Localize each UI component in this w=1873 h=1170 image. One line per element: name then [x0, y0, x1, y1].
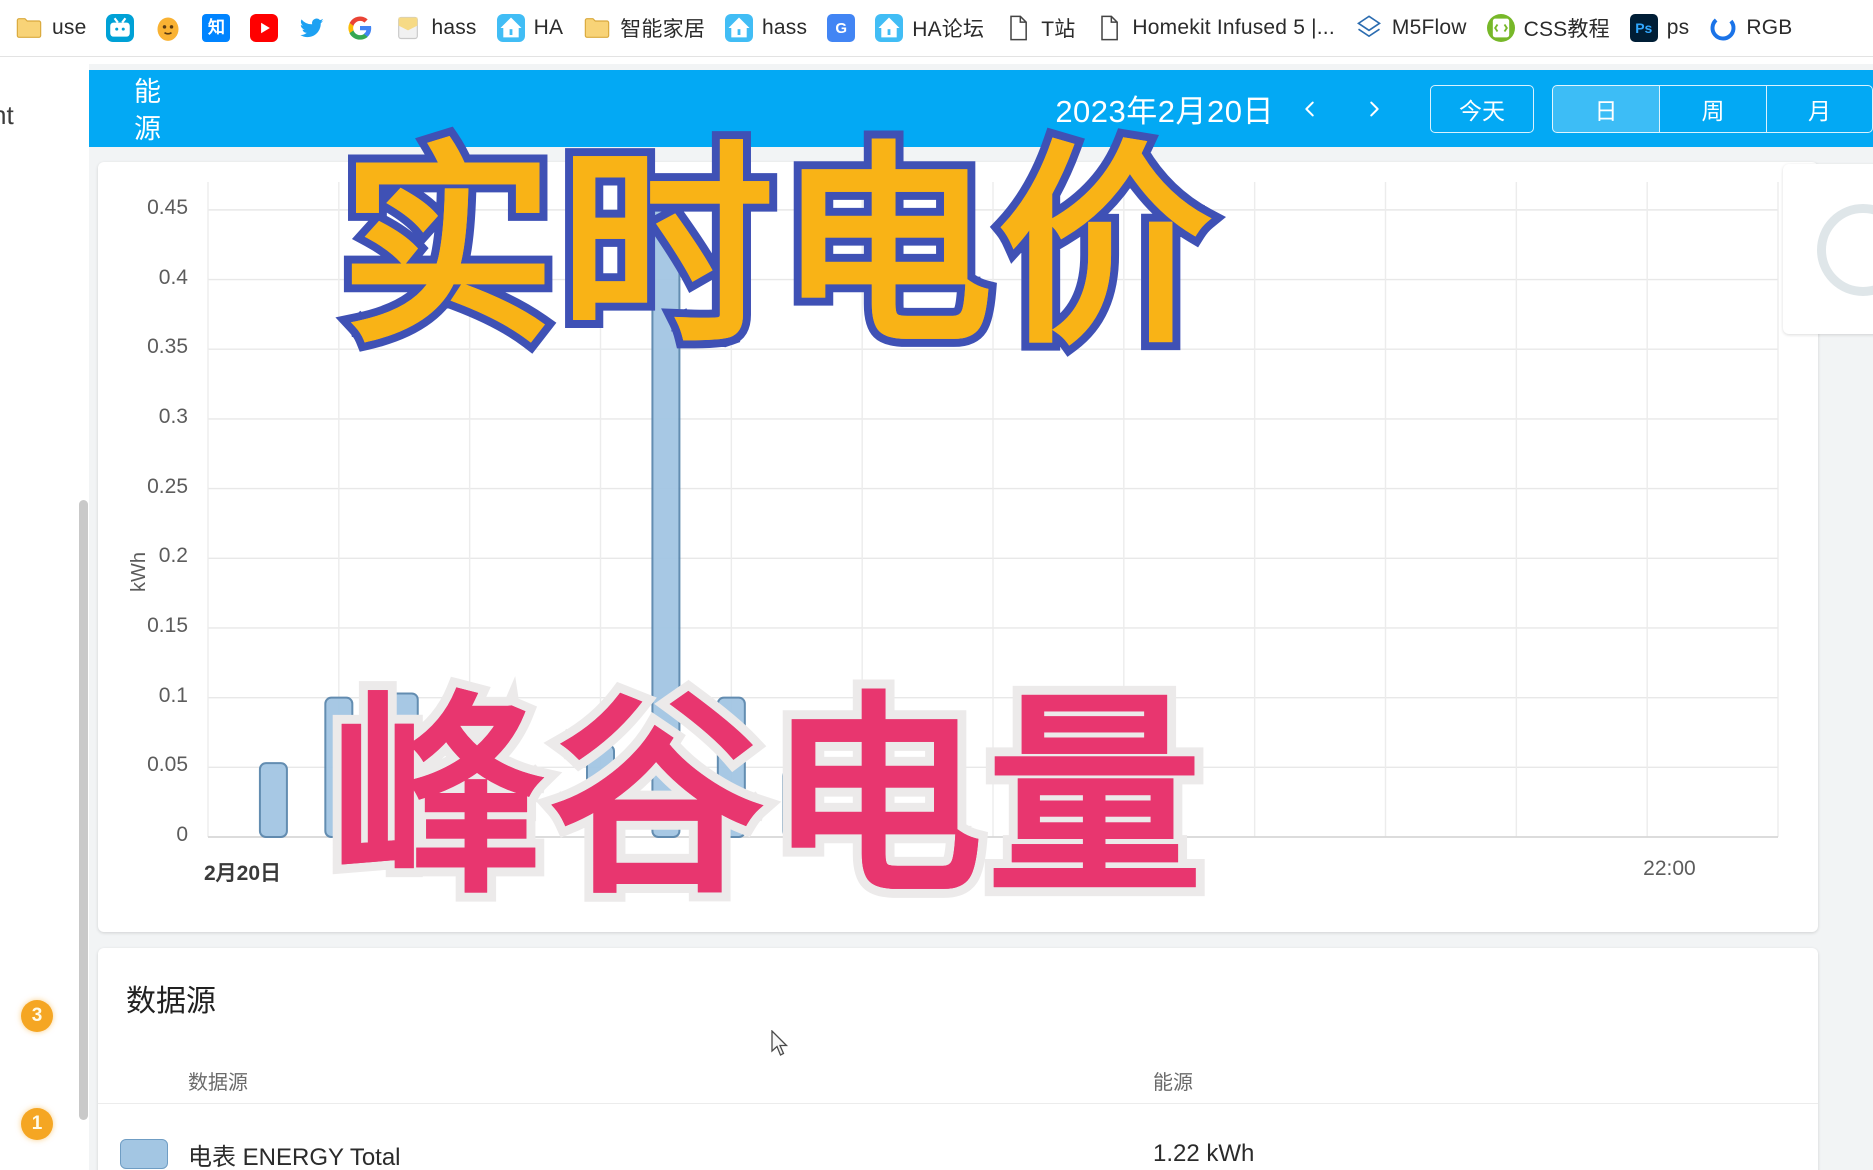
bookmark-label: Homekit Infused 5 |... — [1132, 16, 1335, 39]
folder-icon — [583, 14, 611, 42]
bookmark-ha[interactable]: HA — [488, 7, 573, 49]
page-scrollbar[interactable] — [79, 500, 88, 1120]
document-icon — [1095, 14, 1123, 42]
twitter-icon — [298, 14, 326, 42]
page-title: 能源 — [134, 76, 161, 144]
bookmark-label: hass — [762, 16, 808, 39]
zhihu-icon: 知 — [202, 14, 231, 42]
screen-root: use 知 hass HA 智能家居 hass G HA论坛 T站 Homeki… — [0, 0, 1873, 1170]
prev-period-button[interactable] — [1282, 81, 1338, 137]
notification-badge-3[interactable]: 3 — [21, 1000, 53, 1032]
y-tick-label: 0.05 — [147, 753, 188, 777]
table-row[interactable]: 电表 ENERGY Total 1.22 kWh — [98, 1104, 1818, 1170]
y-tick-label: 0.2 — [158, 544, 188, 568]
y-tick-label: 0.45 — [147, 195, 188, 219]
bookmark-zhihu[interactable]: 知 — [193, 7, 239, 49]
browser-bookmarks-bar[interactable]: use 知 hass HA 智能家居 hass G HA论坛 T站 Homeki… — [0, 0, 1873, 57]
chart-canvas — [207, 182, 1779, 839]
bookmark-tzhan[interactable]: T站 — [995, 7, 1084, 49]
y-tick-label: 0.35 — [147, 335, 188, 359]
css-icon — [1486, 14, 1515, 42]
bookmark-use[interactable]: use — [6, 7, 95, 49]
bookmark-hass-page[interactable]: hass — [385, 7, 485, 49]
chrome-icon — [1709, 14, 1737, 42]
notification-badge-1[interactable]: 1 — [21, 1108, 53, 1140]
data-sources-card: 数据源 数据源 能源 电表 ENERGY Total 1.22 kWh — [98, 948, 1818, 1170]
bookmark-label: hass — [431, 16, 477, 39]
bookmark-homekit-infused[interactable]: Homekit Infused 5 |... — [1086, 7, 1343, 49]
bookmark-css-tutorial[interactable]: CSS教程 — [1478, 7, 1619, 49]
bookmark-label: ps — [1666, 16, 1690, 39]
bookmark-google[interactable] — [337, 7, 383, 49]
header-controls: 2023年2月20日 今天 日 周 月 — [1055, 70, 1873, 147]
y-tick-label: 0.4 — [158, 265, 188, 289]
bookmark-label: M5Flow — [1391, 16, 1467, 39]
photoshop-icon: Ps — [1629, 14, 1658, 42]
mouse-cursor — [771, 1030, 789, 1056]
column-header-source: 数据源 — [188, 1072, 248, 1094]
series-color-swatch — [120, 1139, 168, 1169]
clipped-tab-text: nt — [0, 100, 14, 130]
sources-heading: 数据源 — [126, 985, 216, 1018]
folder-icon — [15, 14, 43, 42]
bookmark-ha-forum[interactable]: HA论坛 — [866, 7, 993, 49]
energy-dashboard: 能源 2023年2月20日 今天 日 周 月 kWh 0 0.05 0.1 0.… — [89, 64, 1873, 1170]
home-assistant-icon — [875, 14, 904, 42]
source-energy-value: 1.22 kWh — [1153, 1140, 1255, 1167]
energy-chart-card: kWh 0 0.05 0.1 0.15 0.2 0.25 0.3 0.35 0.4 0.45 2月… — [98, 162, 1818, 932]
y-tick-label: 0.3 — [158, 404, 188, 428]
bar-chart[interactable]: kWh 0 0.05 0.1 0.15 0.2 0.25 0.3 0.35 0.4 0.45 2月… — [98, 162, 1818, 932]
bilibili-icon — [106, 14, 135, 42]
google-icon — [346, 14, 374, 42]
bookmark-bilibili[interactable] — [97, 7, 143, 49]
bookmark-ps[interactable]: Ps ps — [1621, 7, 1699, 49]
bookmark-twitter[interactable] — [289, 7, 335, 49]
x-tick-label: 2月20日 — [204, 862, 282, 885]
y-tick-label: 0.25 — [147, 474, 188, 498]
bookmark-youtube[interactable] — [241, 7, 287, 49]
page-icon — [394, 14, 422, 42]
bookmark-label: HA论坛 — [912, 18, 985, 41]
youtube-icon — [250, 14, 279, 42]
bookmark-label: use — [52, 16, 87, 39]
today-button[interactable]: 今天 — [1430, 84, 1534, 133]
bookmark-label: RGB — [1746, 16, 1793, 39]
side-gauge-widget[interactable] — [1783, 164, 1873, 334]
y-tick-label: 0.1 — [158, 683, 188, 707]
bookmark-m5flow[interactable]: M5Flow — [1346, 7, 1476, 49]
current-date-label: 2023年2月20日 — [1055, 94, 1274, 129]
bookmark-smart-home[interactable]: 智能家居 — [574, 7, 714, 49]
home-assistant-icon — [496, 14, 525, 42]
bookmark-rgb[interactable]: RGB — [1700, 7, 1801, 49]
home-assistant-icon — [725, 14, 754, 42]
gauge-ring-icon — [1817, 204, 1873, 296]
document-icon — [1004, 14, 1032, 42]
period-month-button[interactable]: 月 — [1766, 84, 1873, 133]
bookmark-label: HA — [533, 16, 564, 39]
bookmark-label: CSS教程 — [1523, 18, 1610, 41]
column-header-energy: 能源 — [1153, 1072, 1193, 1094]
period-day-button[interactable]: 日 — [1552, 84, 1659, 133]
bookmark-label: 智能家居 — [620, 18, 706, 41]
period-week-button[interactable]: 周 — [1659, 84, 1766, 133]
bookmark-label: T站 — [1041, 18, 1076, 41]
source-name: 电表 ENERGY Total — [188, 1143, 401, 1170]
google-translate-icon: G — [827, 14, 856, 42]
period-toggle-group: 日 周 月 — [1552, 84, 1873, 133]
m5stack-icon — [1355, 14, 1383, 42]
egg-icon — [154, 14, 182, 42]
app-header: 能源 2023年2月20日 今天 日 周 月 — [89, 70, 1873, 147]
next-period-button[interactable] — [1346, 81, 1402, 137]
bookmark-hass2[interactable]: hass — [716, 7, 816, 49]
bookmark-egg[interactable] — [145, 7, 191, 49]
x-tick-label: 22:00 — [1643, 857, 1696, 880]
y-tick-label: 0.15 — [147, 613, 188, 637]
bookmark-google-translate[interactable]: G — [818, 7, 864, 49]
y-tick-label: 0 — [176, 823, 188, 846]
